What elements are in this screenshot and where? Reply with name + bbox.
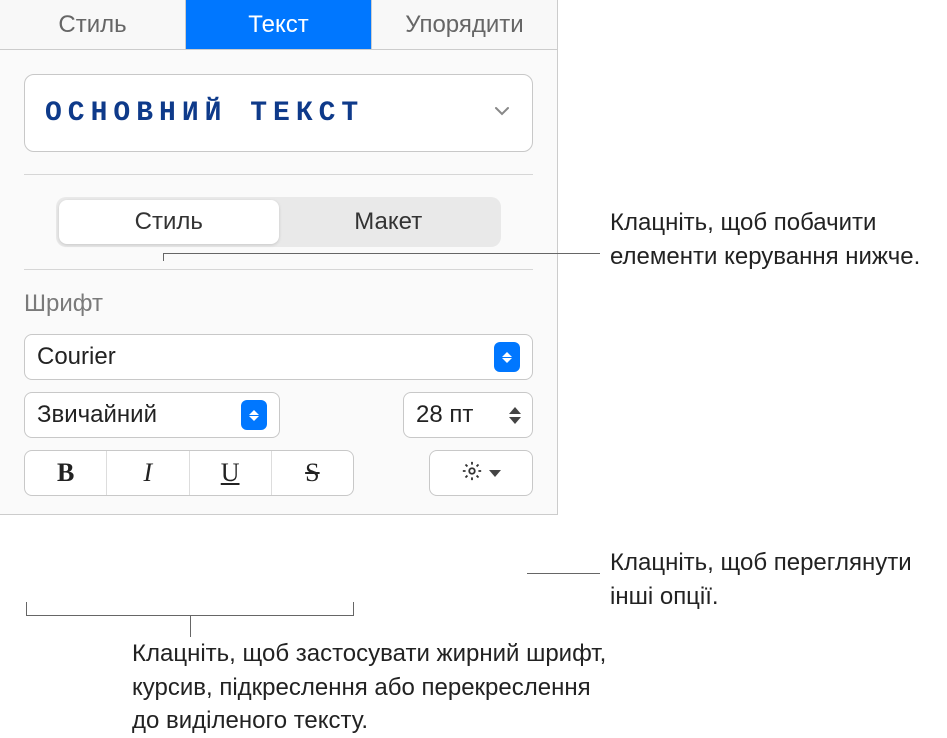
callout-leader (163, 253, 164, 261)
seg-layout[interactable]: Макет (279, 200, 499, 244)
callout-leader (527, 573, 600, 574)
divider (24, 174, 533, 175)
style-layout-segmented: Стиль Макет (56, 197, 501, 247)
format-tabs: Стиль Текст Упорядити (0, 0, 557, 50)
callout-bius-hint: Клацніть, щоб застосувати жирний шрифт, … (132, 637, 612, 738)
divider (24, 269, 533, 270)
updown-icon (494, 342, 520, 372)
paragraph-style-selector[interactable]: ОСНОВНИЙ ТЕКСТ (24, 74, 533, 152)
underline-button[interactable]: U (190, 451, 272, 495)
callout-leader (163, 253, 600, 254)
callout-leader (190, 616, 191, 637)
callout-bracket (26, 602, 354, 616)
font-size-stepper[interactable]: 28 пт (403, 392, 533, 438)
format-panel: Стиль Текст Упорядити ОСНОВНИЙ ТЕКСТ Сти… (0, 0, 558, 515)
tab-text[interactable]: Текст (186, 0, 372, 49)
font-section: Шрифт Courier Звичайний 28 пт (24, 290, 533, 496)
bold-button[interactable]: B (25, 451, 107, 495)
font-section-label: Шрифт (24, 290, 533, 318)
seg-style[interactable]: Стиль (59, 200, 279, 244)
tab-arrange[interactable]: Упорядити (372, 0, 557, 49)
gear-icon (461, 460, 483, 487)
stepper-icon (504, 407, 526, 424)
font-family-value: Courier (37, 343, 494, 371)
italic-button[interactable]: I (107, 451, 189, 495)
tab-style[interactable]: Стиль (0, 0, 186, 49)
font-weight-value: Звичайний (37, 401, 241, 429)
font-style-group: B I U S (24, 450, 354, 496)
strikethrough-button[interactable]: S (272, 451, 353, 495)
chevron-down-icon (492, 101, 512, 126)
advanced-options-button[interactable] (429, 450, 533, 496)
font-size-value: 28 пт (416, 401, 504, 429)
paragraph-style-label: ОСНОВНИЙ ТЕКСТ (45, 98, 364, 129)
font-family-select[interactable]: Courier (24, 334, 533, 380)
font-weight-select[interactable]: Звичайний (24, 392, 280, 438)
callout-segmented-hint: Клацніть, щоб побачити елементи керуванн… (610, 206, 930, 273)
callout-advanced-hint: Клацніть, щоб переглянути інші опції. (610, 546, 940, 613)
chevron-down-icon (489, 470, 501, 477)
updown-icon (241, 400, 267, 430)
